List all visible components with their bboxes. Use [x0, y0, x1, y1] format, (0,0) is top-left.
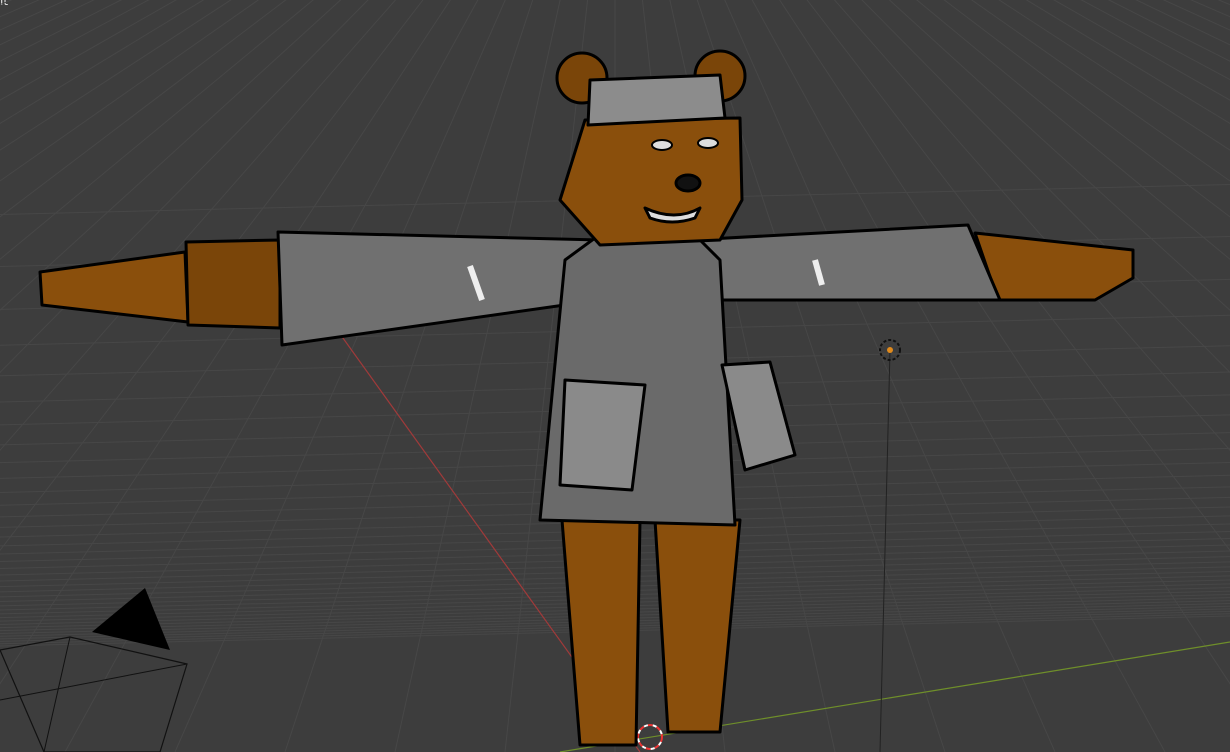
scene	[0, 0, 1230, 752]
coat-arm-right	[688, 223, 1002, 302]
light-line	[879, 349, 891, 752]
left-cuff	[184, 238, 282, 330]
grid-line	[174, 0, 506, 752]
leg-left	[560, 518, 642, 747]
cap	[586, 73, 727, 127]
3d-viewport[interactable]: it	[0, 0, 1230, 752]
nose	[674, 173, 702, 193]
head	[558, 116, 744, 247]
camera-icon[interactable]	[0, 588, 188, 752]
left-hand	[38, 250, 190, 324]
y-axis-line	[559, 641, 1230, 752]
leg-right	[653, 518, 742, 734]
pocket-left	[558, 378, 647, 492]
pocket-right	[720, 360, 797, 472]
right-hand	[973, 231, 1135, 302]
